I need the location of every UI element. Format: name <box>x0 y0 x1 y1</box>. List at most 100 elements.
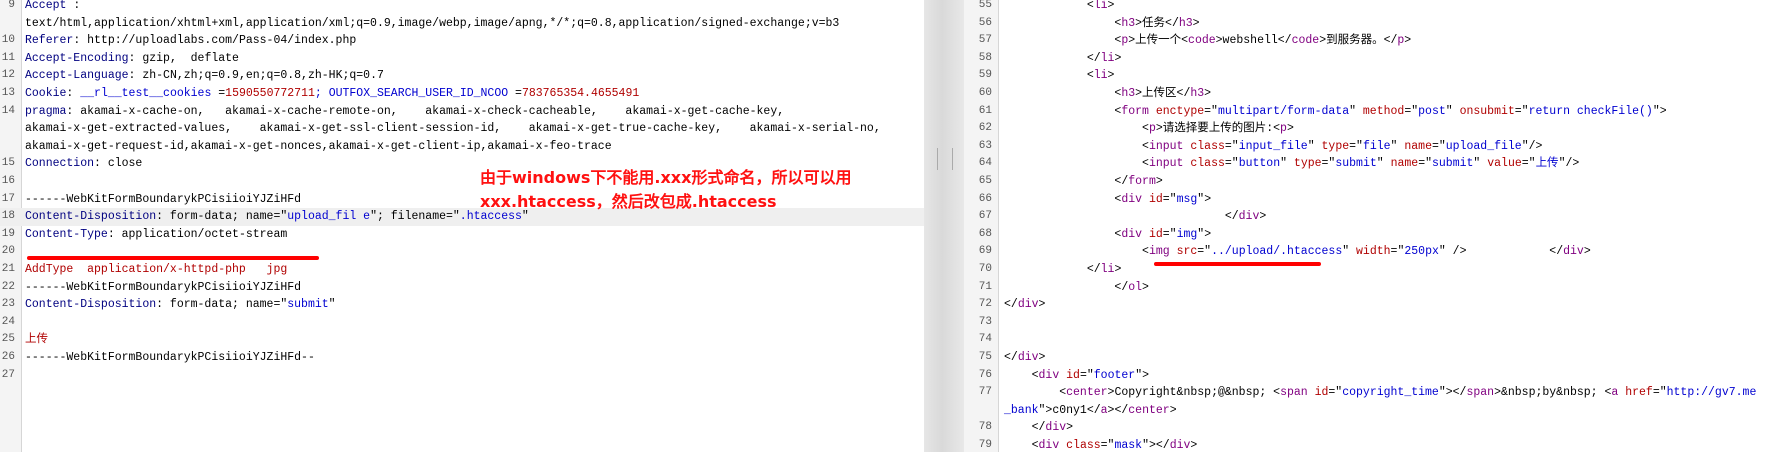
code-text: </ol> <box>1004 279 1149 297</box>
code-line[interactable]: 10 Referer: http://uploadlabs.com/Pass-04… <box>0 32 924 50</box>
code-token: : zh-CN,zh;q=0.9,en;q=0.8,zh-HK;q=0.7 <box>128 69 384 83</box>
code-token: ../upload/.htaccess <box>1211 245 1343 259</box>
code-line[interactable]: 21 AddType application/x-httpd-php jpg <box>0 261 924 279</box>
code-line[interactable]: 14 pragma: akamai-x-cache-on, akamai-x-ca… <box>0 103 924 121</box>
code-token: Content-Disposition <box>25 298 157 312</box>
code-token: div <box>1121 227 1143 241</box>
line-number: 25 <box>1 333 15 346</box>
code-text: </div> <box>1004 419 1073 437</box>
code-line[interactable]: 11 Accept-Encoding: gzip, deflate <box>0 50 924 68</box>
code-line[interactable]: 77 <center>Copyright&nbsp;@&nbsp; <span … <box>964 384 1780 402</box>
code-line[interactable]: text/html,application/xhtml+xml,applicat… <box>0 15 924 33</box>
code-token: onsubmit <box>1459 104 1515 118</box>
code-line[interactable]: 12 Accept-Language: zh-CN,zh;q=0.9,en;q=0… <box>0 67 924 85</box>
code-line[interactable]: 13 Cookie: __rl__test__cookies =159055077… <box>0 85 924 103</box>
code-token: > <box>1259 210 1267 224</box>
code-token: >Copyright&nbsp;@&nbsp; < <box>1107 386 1281 400</box>
code-token: li <box>1093 69 1108 83</box>
code-line[interactable]: 25 上传 <box>0 331 924 349</box>
code-token: 1590550772711 <box>225 87 315 100</box>
code-text: _bank">c0ny1</a></center> <box>1004 402 1177 420</box>
code-text: Referer: http://uploadlabs.com/Pass-04/i… <box>25 32 356 50</box>
code-token: " <box>1473 157 1488 171</box>
code-token: center <box>1128 403 1170 417</box>
code-line[interactable]: 70 </li> <box>964 261 1780 279</box>
line-number: 24 <box>1 315 15 328</box>
code-text: Cookie: __rl__test__cookies =15905507727… <box>25 85 639 103</box>
code-line[interactable]: 24 <box>0 314 924 332</box>
code-line[interactable]: 68 <div id="img"> <box>964 226 1780 244</box>
splitter-grip-icon[interactable] <box>937 148 953 170</box>
code-line[interactable]: 26 ------WebKitFormBoundarykPCisiioiYJZiH… <box>0 349 924 367</box>
code-token: type <box>1293 157 1322 171</box>
code-token: "> <box>1135 368 1149 382</box>
code-line[interactable]: 79 <div class="mask"></div> <box>964 437 1780 452</box>
code-text: akamai-x-get-extracted-values, akamai-x-… <box>25 120 881 138</box>
code-line[interactable]: 58 </li> <box>964 50 1780 68</box>
code-token: =" <box>1521 157 1536 171</box>
code-token: span <box>1466 386 1495 400</box>
code-line[interactable]: 75 </div> <box>964 349 1780 367</box>
code-token: </ <box>1004 280 1129 294</box>
code-line[interactable]: 66 <div id="msg"> <box>964 191 1780 209</box>
line-number: 67 <box>978 210 992 223</box>
code-line[interactable]: 57 <p>上传一个<code>webshell</code>到服务器。</p> <box>964 32 1780 50</box>
code-line[interactable]: 69 <img src="../upload/.htaccess" width=… <box>964 243 1780 261</box>
code-text: <center>Copyright&nbsp;@&nbsp; <span id=… <box>1004 384 1756 402</box>
code-token: " <box>1349 104 1363 118</box>
code-token: > <box>1169 403 1177 417</box>
code-token: >webshell</ <box>1215 34 1292 48</box>
request-editor-pane[interactable]: 9 Accept : text/html,application/xhtml+xml… <box>0 0 924 452</box>
code-token: class <box>1190 139 1225 153</box>
code-token: =" <box>1390 245 1405 259</box>
code-token: 250px <box>1404 245 1439 259</box>
code-token: div <box>1563 245 1584 259</box>
code-text: Content-Disposition: form-data; name="up… <box>25 208 529 226</box>
code-token: =" <box>1079 368 1094 382</box>
code-line[interactable]: 73 <box>964 314 1780 332</box>
code-line[interactable]: 64 <input class="button" type="submit" n… <box>964 155 1780 173</box>
code-line[interactable]: 78 </div> <box>964 419 1780 437</box>
code-line[interactable]: 9 Accept : <box>0 0 924 15</box>
code-line[interactable]: 72 </div> <box>964 296 1780 314</box>
code-line[interactable]: 61 <form enctype="multipart/form-data" m… <box>964 103 1780 121</box>
code-text: ------WebKitFormBoundarykPCisiioiYJZiHFd <box>25 279 301 297</box>
code-line[interactable]: 59 <li> <box>964 67 1780 85</box>
code-line[interactable]: 74 <box>964 331 1780 349</box>
code-text: <form enctype="multipart/form-data" meth… <box>1004 103 1666 121</box>
code-line[interactable]: 71 </ol> <box>964 279 1780 297</box>
code-token: > <box>1204 87 1212 100</box>
code-token: < <box>1004 139 1149 153</box>
line-number: 11 <box>1 51 15 64</box>
code-token: upload_fil e <box>287 210 371 224</box>
code-line[interactable]: 76 <div id="footer"> <box>964 367 1780 385</box>
code-line[interactable]: akamai-x-get-extracted-values, akamai-x-… <box>0 120 924 138</box>
code-line[interactable]: 56 <h3>任务</h3> <box>964 15 1780 33</box>
response-source-pane[interactable]: 55 <li> 56 <h3>任务</h3> 57 <p>上传一个<code>web… <box>964 0 1780 452</box>
code-token: footer <box>1093 368 1136 382</box>
line-number: 61 <box>978 104 992 117</box>
code-line[interactable]: 19 Content-Type: application/octet-stream <box>0 226 924 244</box>
code-line[interactable]: 27 <box>0 367 924 385</box>
code-line[interactable]: 55 <li> <box>964 0 1780 15</box>
code-line[interactable]: 67 </div> <box>964 208 1780 226</box>
code-token: = <box>508 87 522 100</box>
code-token: > <box>1107 0 1115 12</box>
code-line[interactable]: 65 </form> <box>964 173 1780 191</box>
code-text: <h3>任务</h3> <box>1004 15 1199 33</box>
code-token: </ <box>1004 421 1046 435</box>
code-token: > <box>1142 280 1149 294</box>
code-line[interactable]: 60 <h3>上传区</h3> <box>964 85 1780 103</box>
pane-splitter[interactable] <box>924 0 964 452</box>
code-token: code <box>1188 34 1216 48</box>
code-line[interactable]: _bank">c0ny1</a></center> <box>964 402 1780 420</box>
code-line[interactable]: 23 Content-Disposition: form-data; name="… <box>0 296 924 314</box>
code-line[interactable]: akamai-x-get-request-id,akamai-x-get-non… <box>0 138 924 156</box>
code-line[interactable]: 63 <input class="input_file" type="file"… <box>964 138 1780 156</box>
code-line[interactable]: 62 <p>请选择要上传的图片:<p> <box>964 120 1780 138</box>
line-number: 63 <box>978 139 992 152</box>
code-token: h3 <box>1121 87 1136 100</box>
code-line[interactable]: 22 ------WebKitFormBoundarykPCisiioiYJZiH… <box>0 279 924 297</box>
